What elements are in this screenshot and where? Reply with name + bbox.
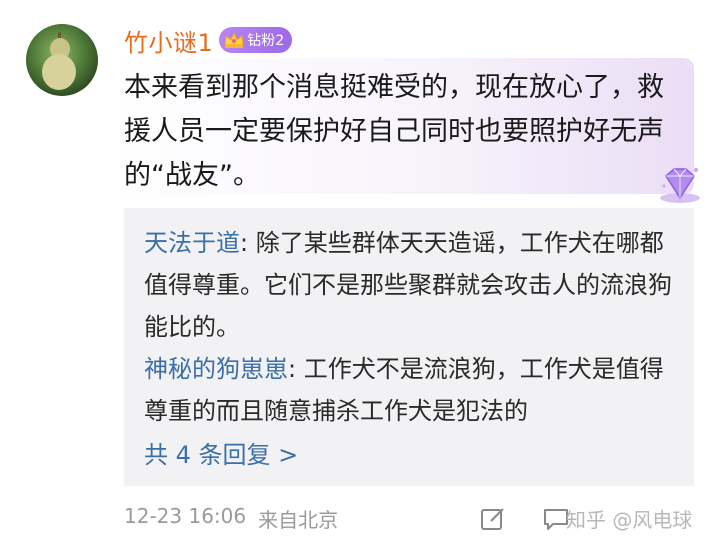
reply-item: 神秘的狗崽崽: 工作犬不是流浪狗，工作犬是值得尊重的而且随意捕杀工作犬是犯法的 [144,348,674,432]
crown-icon [224,31,244,48]
reply-user[interactable]: 神秘的狗崽崽 [144,355,288,383]
comment-meta: 12-23 16:06 来自北京 [124,504,338,533]
more-replies-link[interactable]: 共 4 条回复 > [144,434,298,476]
reply-separator: : [240,229,256,257]
reply-item: 天法于道: 除了某些群体天天造谣，工作犬在哪都值得尊重。它们不是那些聚群就会攻击… [144,222,674,348]
avatar[interactable] [26,24,98,96]
fan-badge-label: 钻粉2 [247,33,285,49]
comment-location: 来自北京 [258,508,339,532]
username-row: 竹小谜1 钻粉2 [124,22,293,58]
comment-date: 12-23 16:06 [124,504,247,528]
username[interactable]: 竹小谜1 [124,23,213,58]
watermark: 知乎 @风电球 [566,508,693,532]
reply-separator: : [288,355,304,383]
comment-text: 本来看到那个消息挺难受的，现在放心了，救援人员一定要保护好自己同时也要照护好无声… [124,72,664,191]
replies-panel: 天法于道: 除了某些群体天天造谣，工作犬在哪都值得尊重。它们不是那些聚群就会攻击… [124,208,694,486]
avatar-gourd-bottom [42,54,76,90]
reply-user[interactable]: 天法于道 [144,229,240,257]
fan-badge[interactable]: 钻粉2 [219,27,293,53]
diamond-badge-icon [660,168,700,203]
edit-icon[interactable] [480,506,506,532]
